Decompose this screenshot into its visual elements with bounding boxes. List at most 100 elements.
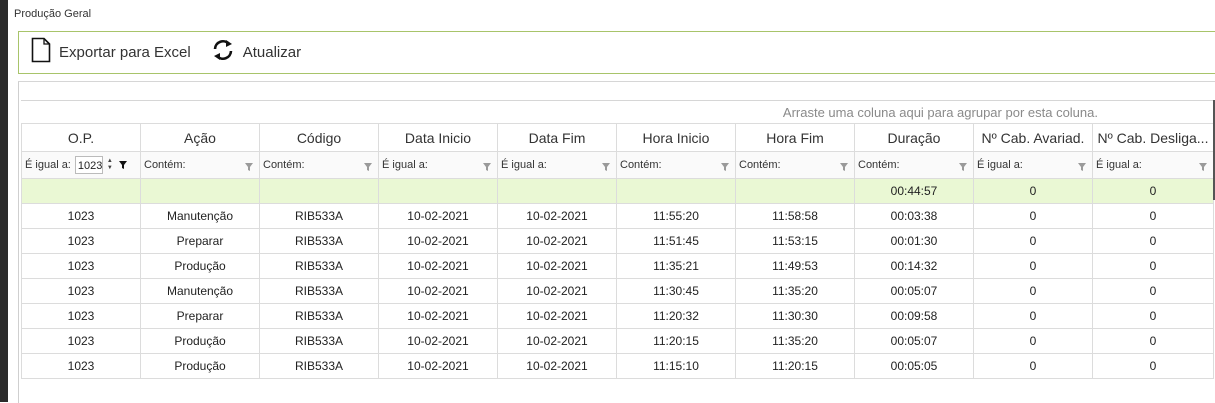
table-cell[interactable]: RIB533A: [259, 203, 379, 229]
table-cell[interactable]: RIB533A: [259, 353, 379, 379]
table-cell[interactable]: 0: [973, 303, 1093, 329]
filter-operator[interactable]: É igual a:: [501, 159, 547, 171]
table-cell[interactable]: Preparar: [140, 228, 260, 254]
table-cell[interactable]: 1023: [21, 203, 141, 229]
table-cell[interactable]: 11:51:45: [616, 228, 736, 254]
table-cell[interactable]: 0: [973, 328, 1093, 354]
table-cell[interactable]: 11:20:15: [735, 353, 855, 379]
op-filter-input[interactable]: 1023: [74, 156, 103, 174]
filter-operator[interactable]: Contém:: [263, 159, 305, 171]
table-cell[interactable]: RIB533A: [259, 328, 379, 354]
table-cell[interactable]: 11:30:45: [616, 278, 736, 304]
table-row[interactable]: 1023 Preparar RIB533A 10-02-2021 10-02-2021 1…: [21, 228, 1214, 254]
table-cell[interactable]: 11:55:20: [616, 203, 736, 229]
table-cell[interactable]: Produção: [140, 353, 260, 379]
column-header[interactable]: Data Fim: [497, 123, 617, 152]
filter-operator[interactable]: Contém:: [144, 159, 186, 171]
table-cell[interactable]: 0: [973, 253, 1093, 279]
filter-operator[interactable]: Contém:: [858, 159, 900, 171]
table-cell[interactable]: 00:05:07: [854, 278, 974, 304]
table-cell[interactable]: 1023: [21, 228, 141, 254]
table-cell[interactable]: 00:05:07: [854, 328, 974, 354]
table-cell[interactable]: 11:20:32: [616, 303, 736, 329]
table-cell[interactable]: 0: [1092, 278, 1214, 304]
table-cell[interactable]: 1023: [21, 253, 141, 279]
table-cell[interactable]: 1023: [21, 328, 141, 354]
table-row[interactable]: 1023 Manutenção RIB533A 10-02-2021 10-02-202…: [21, 203, 1214, 229]
table-cell[interactable]: RIB533A: [259, 253, 379, 279]
table-cell[interactable]: 0: [1092, 253, 1214, 279]
table-cell[interactable]: 00:05:05: [854, 353, 974, 379]
table-cell[interactable]: 11:53:15: [735, 228, 855, 254]
column-header[interactable]: Duração: [854, 123, 974, 152]
table-cell[interactable]: 11:35:21: [616, 253, 736, 279]
table-row[interactable]: 1023 Preparar RIB533A 10-02-2021 10-02-2021 1…: [21, 303, 1214, 329]
table-cell[interactable]: 10-02-2021: [497, 353, 617, 379]
export-excel-button[interactable]: Exportar para Excel: [19, 32, 201, 73]
table-cell[interactable]: RIB533A: [259, 278, 379, 304]
table-cell[interactable]: Manutenção: [140, 203, 260, 229]
column-header[interactable]: O.P.: [21, 123, 141, 152]
refresh-button[interactable]: Atualizar: [201, 32, 311, 73]
funnel-icon[interactable]: [959, 160, 967, 174]
table-row[interactable]: 1023 Produção RIB533A 10-02-2021 10-02-2021 1…: [21, 328, 1214, 354]
column-header[interactable]: Hora Fim: [735, 123, 855, 152]
funnel-icon[interactable]: [118, 158, 127, 172]
funnel-icon[interactable]: [1199, 160, 1207, 174]
table-cell[interactable]: 10-02-2021: [378, 278, 498, 304]
table-cell[interactable]: 10-02-2021: [497, 203, 617, 229]
table-cell[interactable]: 11:35:20: [735, 278, 855, 304]
filter-cell[interactable]: Contém:: [854, 151, 974, 179]
table-cell[interactable]: RIB533A: [259, 228, 379, 254]
table-cell[interactable]: 11:30:30: [735, 303, 855, 329]
table-cell[interactable]: 10-02-2021: [378, 253, 498, 279]
table-cell[interactable]: 11:15:10: [616, 353, 736, 379]
table-cell[interactable]: 10-02-2021: [497, 328, 617, 354]
table-cell[interactable]: 10-02-2021: [497, 303, 617, 329]
column-header[interactable]: Nº Cab. Avariad.: [973, 123, 1093, 152]
filter-cell[interactable]: É igual a:: [497, 151, 617, 179]
table-cell[interactable]: 0: [973, 203, 1093, 229]
filter-operator[interactable]: É igual a:: [25, 159, 71, 171]
funnel-icon[interactable]: [364, 160, 372, 174]
table-cell[interactable]: 00:01:30: [854, 228, 974, 254]
column-header[interactable]: Ação: [140, 123, 260, 152]
filter-cell[interactable]: Contém:: [140, 151, 260, 179]
column-header[interactable]: Nº Cab. Desliga...: [1092, 123, 1214, 152]
table-cell[interactable]: 0: [1092, 203, 1214, 229]
filter-operator[interactable]: É igual a:: [977, 159, 1023, 171]
table-cell[interactable]: RIB533A: [259, 303, 379, 329]
table-cell[interactable]: 10-02-2021: [378, 328, 498, 354]
table-cell[interactable]: 1023: [21, 303, 141, 329]
table-row[interactable]: 1023 Manutenção RIB533A 10-02-2021 10-02-202…: [21, 278, 1214, 304]
table-cell[interactable]: Preparar: [140, 303, 260, 329]
table-cell[interactable]: 0: [1092, 328, 1214, 354]
funnel-icon[interactable]: [840, 160, 848, 174]
table-cell[interactable]: 0: [1092, 353, 1214, 379]
table-cell[interactable]: 10-02-2021: [497, 228, 617, 254]
table-cell[interactable]: Manutenção: [140, 278, 260, 304]
table-cell[interactable]: 0: [973, 278, 1093, 304]
table-cell[interactable]: Produção: [140, 328, 260, 354]
filter-cell[interactable]: Contém:: [259, 151, 379, 179]
funnel-icon[interactable]: [245, 160, 253, 174]
filter-cell[interactable]: É igual a:: [1092, 151, 1214, 179]
table-cell[interactable]: 11:49:53: [735, 253, 855, 279]
table-cell[interactable]: 10-02-2021: [497, 253, 617, 279]
filter-cell[interactable]: Contém:: [735, 151, 855, 179]
filter-operator[interactable]: Contém:: [739, 159, 781, 171]
table-cell[interactable]: 10-02-2021: [497, 278, 617, 304]
filter-cell[interactable]: É igual a:: [973, 151, 1093, 179]
filter-cell[interactable]: Contém:: [616, 151, 736, 179]
table-cell[interactable]: 00:14:32: [854, 253, 974, 279]
table-cell[interactable]: 1023: [21, 353, 141, 379]
table-cell[interactable]: 0: [1092, 228, 1214, 254]
funnel-icon[interactable]: [1078, 160, 1086, 174]
column-header[interactable]: Código: [259, 123, 379, 152]
table-cell[interactable]: 0: [973, 353, 1093, 379]
table-cell[interactable]: 0: [1092, 303, 1214, 329]
table-cell[interactable]: 11:20:15: [616, 328, 736, 354]
table-cell[interactable]: 1023: [21, 278, 141, 304]
table-cell[interactable]: 00:03:38: [854, 203, 974, 229]
table-cell[interactable]: 10-02-2021: [378, 353, 498, 379]
